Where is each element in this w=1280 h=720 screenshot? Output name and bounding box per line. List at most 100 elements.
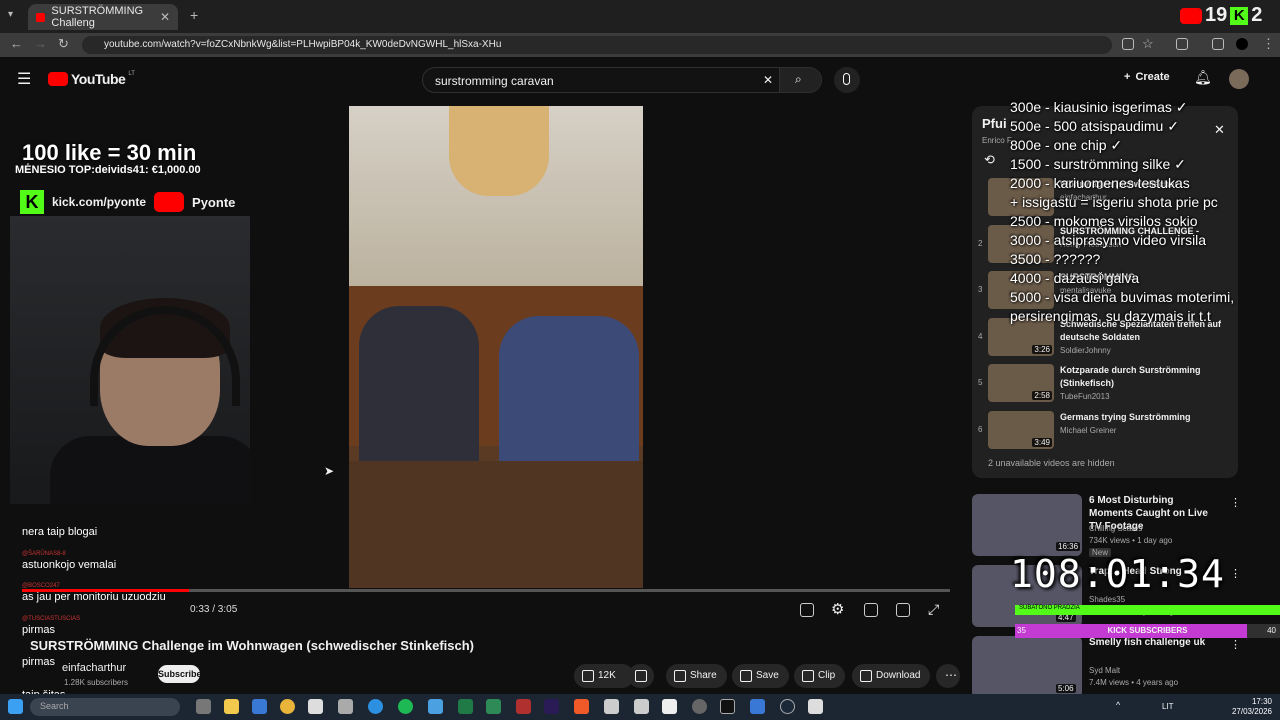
recommended-channel: Syd Malt [1089,666,1121,675]
channel-name[interactable]: einfacharthur [62,662,126,674]
youtube-icon [1180,7,1202,24]
video-frame[interactable] [349,106,643,588]
tab-menu-icon[interactable]: ▾ [8,9,13,20]
video-scene-person-left [359,306,479,476]
edge-icon[interactable] [368,699,383,714]
playlist-item[interactable]: 6 3:49 Germans trying Surströmming Michael … [972,410,1238,455]
save-button[interactable]: Save [732,664,789,688]
brave-icon[interactable] [574,699,589,714]
premiere-icon[interactable] [544,699,559,714]
notifications-bell-icon[interactable]: 🔔︎ [1194,69,1212,86]
dislike-button[interactable] [628,664,654,688]
subscribe-button[interactable]: Subscribe [158,665,202,683]
kick-subscribers-label: KICK SUBSCRIBERS [1107,626,1188,635]
url-text: youtube.com/watch?v=foZCxNbnkWg&list=PLH… [104,39,502,50]
create-button[interactable]: + Create [1124,71,1170,83]
tray-chevron-icon[interactable]: ^ [1116,700,1120,710]
playlist-item-index: 6 [978,424,983,434]
bookmark-star-icon[interactable]: ☆ [1142,36,1154,52]
youtube-logo-icon [154,192,185,212]
photos-icon[interactable] [428,699,443,714]
download-button[interactable]: Download [852,664,931,688]
recommended-meta: 7.4M views • 4 years ago [1089,678,1179,687]
browser-tab[interactable]: SURSTRÖMMING Challeng ✕ [28,4,178,30]
app-icon-2[interactable] [634,699,649,714]
steam-icon[interactable] [780,699,795,714]
account-avatar[interactable] [1229,69,1249,89]
taskbar-clock[interactable]: 17:30 27/03/2026 [1232,697,1272,717]
obs-icon[interactable] [308,699,323,714]
youtube-logo[interactable]: YouTube LT [48,71,135,87]
recommended-channel: Shades35 [1089,595,1126,604]
donation-goal-line: 500e - 500 atsispaudimu ✓ [1010,118,1179,134]
kick-count: 2 [1251,4,1263,26]
donation-goal-line: 300e - kiausinio isgerimas ✓ [1010,99,1188,115]
more-options-icon[interactable]: ⋮ [1230,567,1241,580]
taskbar-search[interactable]: Search [30,698,180,716]
chat-username: @TUSCIASTUSCIAS [22,615,81,622]
clip-button[interactable]: Clip [794,664,846,688]
download-icon [860,670,872,682]
terminal-icon[interactable] [720,699,735,714]
reload-icon[interactable]: ↻ [58,36,69,52]
app-red-icon[interactable] [516,699,531,714]
more-actions-button[interactable]: ⋯ [936,664,960,688]
more-options-icon[interactable]: ⋮ [1230,638,1241,651]
search-input[interactable]: surstromming caravan ✕ ⌕ [422,67,822,93]
playlist-item[interactable]: 5 2:58 Kotzparade durch Surströmming (Stin… [972,364,1238,408]
taskbar-search-placeholder: Search [40,701,69,711]
like-goal-text: 100 like = 30 min [22,140,197,165]
app-icon-4[interactable] [692,699,707,714]
like-count: 12K [598,670,616,681]
hamburger-menu-icon[interactable]: ☰ [17,69,31,89]
profile-icon[interactable] [1236,38,1248,50]
app-icon-3[interactable] [662,699,677,714]
file-explorer-icon[interactable] [224,699,239,714]
fullscreen-icon[interactable]: ⤢ [928,601,939,618]
notes-icon[interactable] [750,699,765,714]
new-tab-icon[interactable]: + [190,7,198,23]
more-options-icon[interactable]: ⋮ [1230,496,1241,509]
clear-search-icon[interactable]: ✕ [763,73,773,87]
spotify-icon[interactable] [398,699,413,714]
hidden-videos-note: 2 unavailable videos are hidden [988,458,1115,468]
share-button[interactable]: Share [666,664,727,688]
chat-text: pirmas [22,656,56,668]
app-icon-1[interactable] [604,699,619,714]
task-view-icon[interactable] [196,699,211,714]
app-green-icon[interactable] [486,699,501,714]
clock-date: 27/03/2026 [1231,707,1272,716]
chrome-icon[interactable] [280,699,295,714]
like-button[interactable]: 12K [574,664,634,688]
kick-subscribers-goal: 40 [1267,626,1276,635]
create-label: Create [1135,71,1170,83]
recommended-duration: 5:06 [1056,684,1076,693]
install-icon[interactable] [1122,38,1134,50]
playlist-title[interactable]: Pfui [982,116,1007,131]
windows-start-icon[interactable] [8,699,23,714]
media-icon[interactable] [1212,38,1224,50]
excel-icon[interactable] [458,699,473,714]
donation-goal-line: + issigastu = isgeriu shota prie pc [1010,194,1218,210]
captions-icon[interactable] [800,603,814,617]
tool-icon[interactable] [338,699,353,714]
donation-goal-line: 5000 - visa diena buvimas moterimi, [1010,289,1235,305]
address-bar[interactable]: youtube.com/watch?v=foZCxNbnkWg&list=PLH… [82,36,1112,54]
back-icon[interactable]: ← [10,36,23,51]
app-icon-5[interactable] [808,699,823,714]
video-time: 0:33 / 3:05 [190,604,238,615]
forward-icon[interactable]: → [34,36,47,51]
search-button[interactable]: ⌕ [779,68,821,92]
loop-icon[interactable]: ⟲ [984,152,995,168]
miniplayer-icon[interactable] [864,603,878,617]
calendar-app-icon[interactable] [252,699,267,714]
voice-search-button[interactable] [834,67,860,93]
cast-icon[interactable] [896,603,910,617]
settings-gear-icon[interactable]: ⚙ [831,600,844,618]
video-progress-bar[interactable] [22,589,950,592]
extensions-icon[interactable] [1176,38,1188,50]
language-indicator[interactable]: LIT [1162,702,1174,711]
youtube-header: ☰ YouTube LT surstromming caravan ✕ ⌕ + … [0,57,1280,103]
close-tab-icon[interactable]: ✕ [160,10,170,24]
menu-dots-icon[interactable]: ⋮ [1262,36,1275,52]
